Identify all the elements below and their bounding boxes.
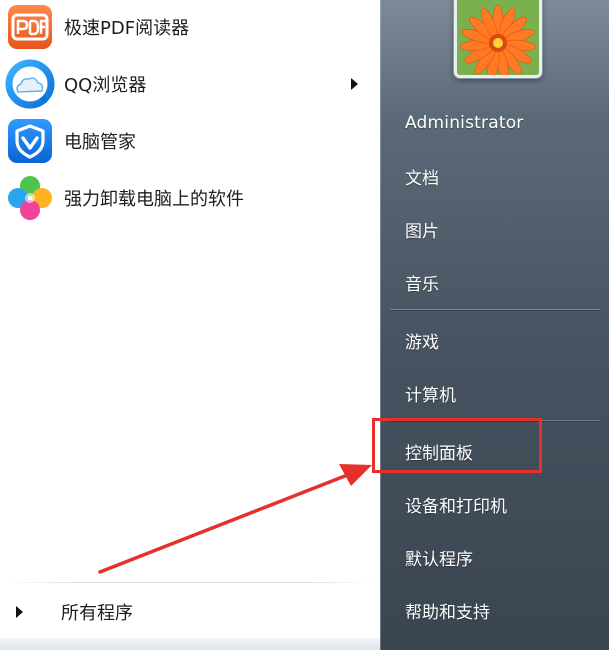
pointer-arrow-icon <box>98 464 372 574</box>
